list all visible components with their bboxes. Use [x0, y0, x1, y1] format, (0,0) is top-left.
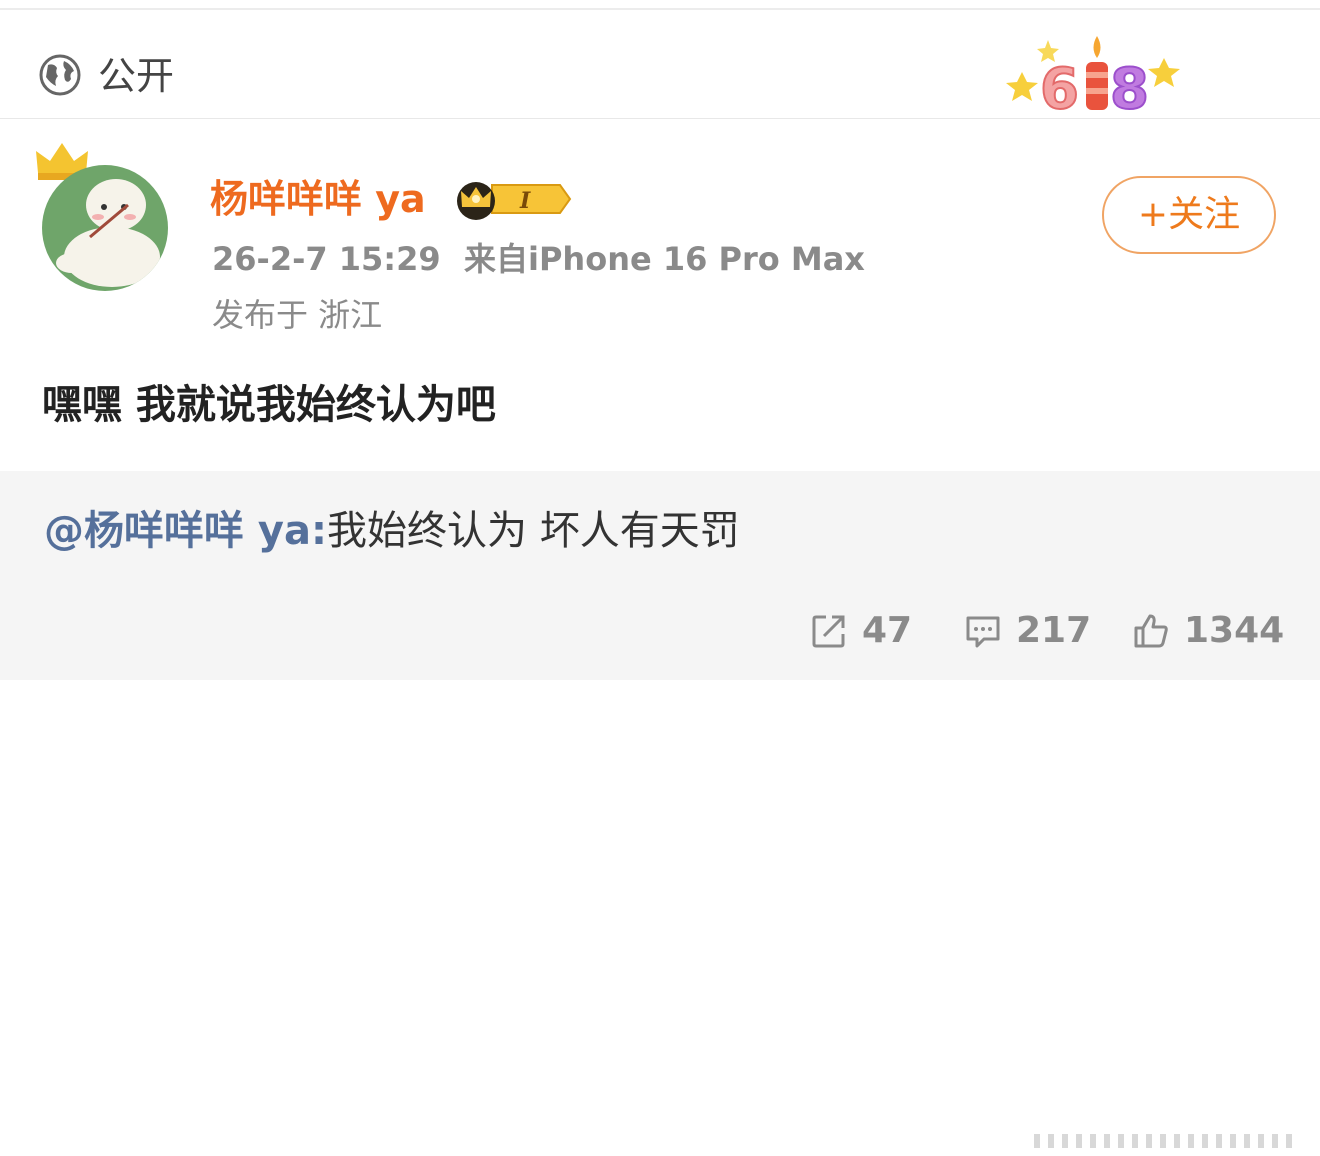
quoted-mention[interactable]: @杨咩咩咩 ya:: [44, 508, 327, 554]
svg-text:8: 8: [1110, 57, 1149, 122]
username[interactable]: 杨咩咩咩 ya: [210, 177, 426, 221]
quoted-line: @杨咩咩咩 ya:我始终认为 坏人有天罚: [44, 507, 740, 555]
crown-level-badge-icon[interactable]: I: [452, 177, 572, 221]
visibility-label: 公开: [98, 54, 175, 98]
post-source: 来自iPhone 16 Pro Max: [464, 240, 865, 278]
repost-icon: [812, 615, 845, 648]
quoted-post[interactable]: @杨咩咩咩 ya:我始终认为 坏人有天罚 47 217 1344: [0, 471, 1320, 1150]
comment-count: 217: [1016, 610, 1092, 651]
visibility-bar: 公开 6 8: [0, 10, 1320, 123]
follow-button[interactable]: +关注: [1102, 176, 1276, 254]
thumbs-up-icon: [1134, 614, 1168, 648]
bottom-spacer: [0, 680, 1320, 704]
sheep-avatar-icon: [56, 179, 160, 287]
post-time: 26-2-7 15:29: [212, 240, 441, 278]
avatar-container[interactable]: [32, 135, 182, 295]
comment-icon: [966, 616, 1000, 648]
post-location: 发布于 浙江: [212, 296, 383, 334]
scrollbar-indicator[interactable]: [1028, 1126, 1304, 1156]
quoted-text: 我始终认为 坏人有天罚: [327, 508, 740, 554]
post-card: 杨咩咩咩 ya I 26-2-7 15:29 来自iPhone 16 Pro M…: [0, 119, 1320, 471]
birthday-candle-618-icon[interactable]: 6 8: [1000, 28, 1186, 124]
svg-text:6: 6: [1040, 57, 1079, 122]
avatar[interactable]: [42, 165, 168, 291]
like-count: 1344: [1184, 610, 1285, 651]
post-text: 嘿嘿 我就说我始终认为吧: [42, 382, 496, 428]
globe-icon: [39, 54, 81, 96]
badge-level: I: [519, 188, 531, 214]
repost-count: 47: [862, 610, 913, 651]
